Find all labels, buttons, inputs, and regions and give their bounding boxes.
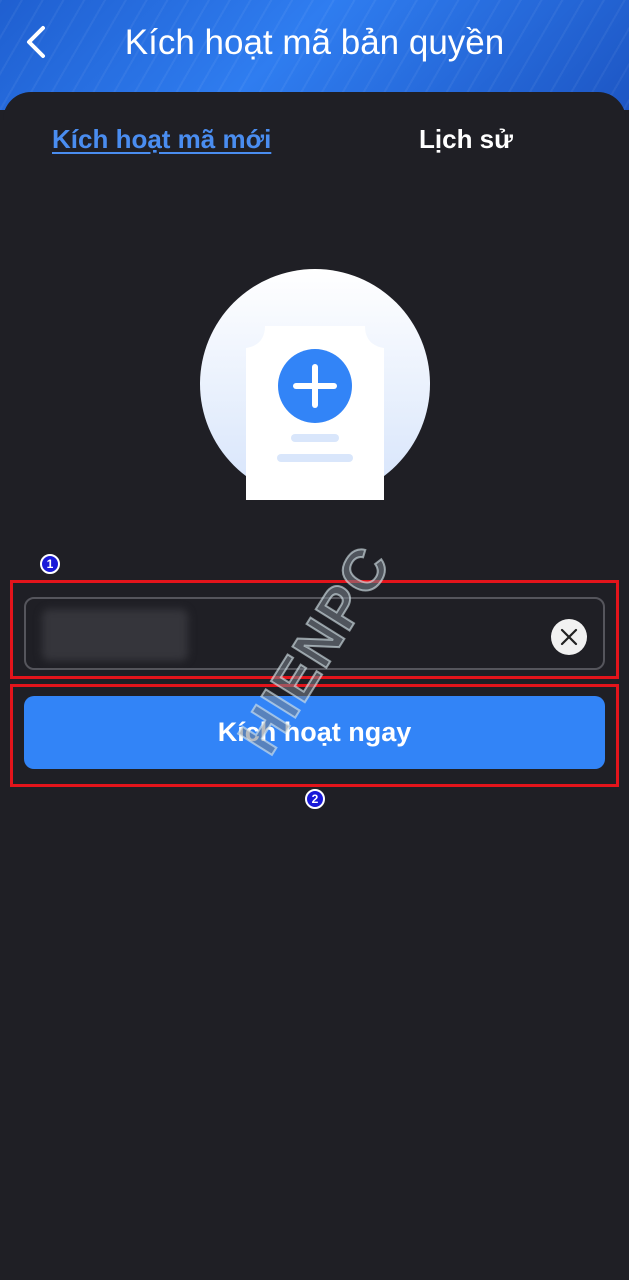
page-title: Kích hoạt mã bản quyền — [124, 23, 505, 62]
tab-history[interactable]: Lịch sử — [419, 124, 513, 155]
highlight-box-2 — [10, 684, 619, 787]
highlight-box-1 — [10, 580, 619, 679]
tab-new-code[interactable]: Kích hoạt mã mới — [52, 124, 271, 155]
step-marker-2: 2 — [305, 789, 325, 809]
document-plus-icon — [199, 268, 431, 500]
step-marker-1: 1 — [40, 554, 60, 574]
